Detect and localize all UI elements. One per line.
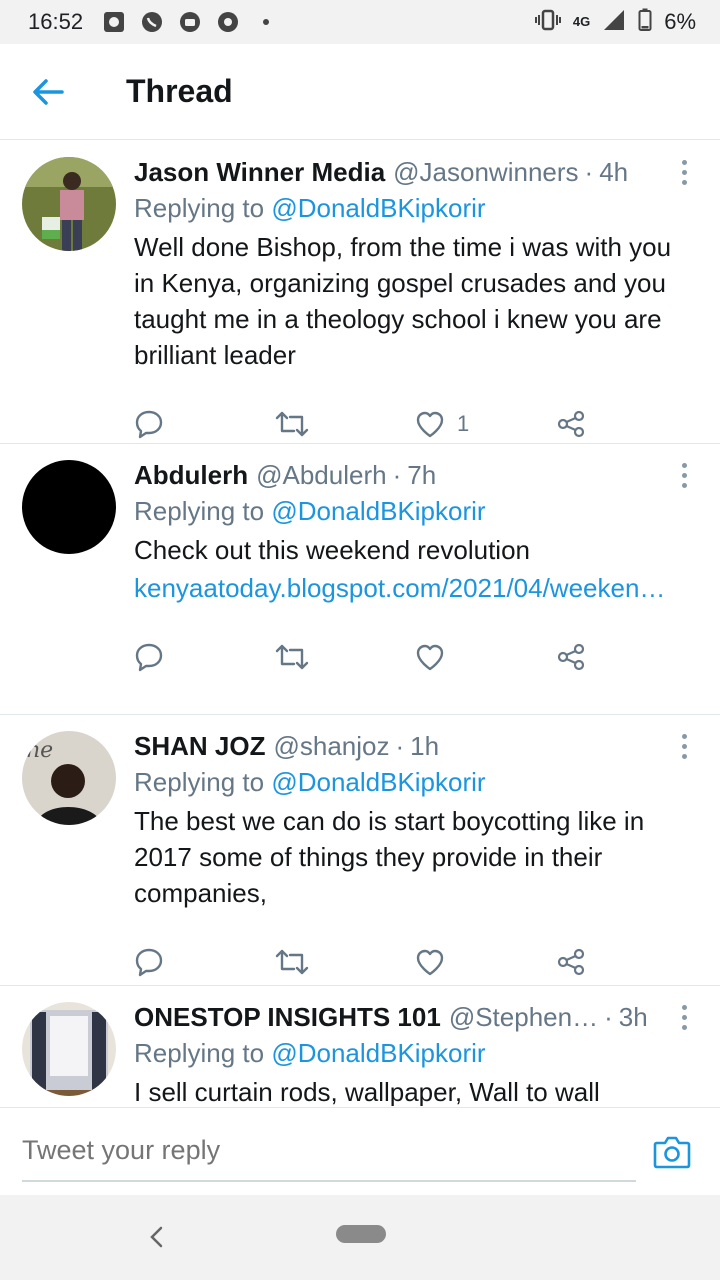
avatar[interactable] bbox=[22, 157, 116, 251]
back-button[interactable] bbox=[0, 44, 96, 140]
like-button[interactable] bbox=[415, 643, 556, 671]
avatar[interactable] bbox=[22, 1002, 116, 1096]
like-button[interactable]: 1 bbox=[415, 410, 556, 438]
tweet-time: 3h bbox=[618, 1002, 648, 1032]
more-notifications-icon bbox=[253, 9, 279, 35]
reply-icon bbox=[135, 948, 163, 977]
more-options-button[interactable] bbox=[674, 1002, 694, 1032]
replying-to: Replying to @DonaldBKipkorir bbox=[134, 189, 696, 227]
separator-dot: · bbox=[584, 157, 594, 187]
like-button[interactable] bbox=[415, 948, 556, 976]
share-icon bbox=[557, 948, 584, 976]
tweet-time: 4h bbox=[599, 157, 629, 187]
author-name[interactable]: ONESTOP INSIGHTS 101 bbox=[134, 1000, 441, 1034]
mention-link[interactable]: @DonaldBKipkorir bbox=[271, 1038, 485, 1068]
share-icon bbox=[557, 410, 584, 438]
camera-button[interactable] bbox=[646, 1126, 698, 1178]
avatar[interactable]: ne bbox=[22, 731, 116, 825]
tweet-text: The best we can do is start boycotting l… bbox=[134, 806, 645, 908]
system-nav-bar bbox=[0, 1195, 720, 1280]
system-home-button[interactable] bbox=[336, 1225, 386, 1243]
mention-link[interactable]: @DonaldBKipkorir bbox=[271, 193, 485, 223]
separator-dot: · bbox=[395, 731, 405, 761]
tweet-text: Well done Bishop, from the time i was wi… bbox=[134, 232, 672, 370]
app-bar: Thread bbox=[0, 44, 720, 140]
author-name[interactable]: SHAN JOZ bbox=[134, 729, 265, 763]
tweet-link[interactable]: kenyaatoday.blogspot.com/2021/04/weeken… bbox=[134, 570, 665, 606]
reply-button[interactable] bbox=[134, 947, 275, 977]
retweet-button[interactable] bbox=[275, 643, 416, 671]
replying-prefix: Replying to bbox=[134, 496, 272, 526]
replying-to: Replying to @DonaldBKipkorir bbox=[134, 492, 696, 530]
page-title: Thread bbox=[126, 73, 233, 109]
tweet[interactable]: ONESTOP INSIGHTS 101 @Stephen… · 3h Repl… bbox=[0, 986, 720, 1106]
more-options-button[interactable] bbox=[674, 460, 694, 490]
tweet-time: 1h bbox=[410, 731, 440, 761]
tweet-time: 7h bbox=[407, 460, 437, 490]
svg-text:ne: ne bbox=[26, 738, 53, 763]
thread-feed[interactable]: Jason Winner Media @Jasonwinners · 4h Re… bbox=[0, 141, 720, 1106]
author-handle[interactable]: @Stephen… bbox=[449, 1000, 598, 1034]
share-button[interactable] bbox=[556, 948, 697, 976]
reply-icon bbox=[135, 643, 163, 672]
network-type: 4G bbox=[572, 14, 591, 29]
like-icon bbox=[416, 411, 444, 438]
tweet-text: I sell curtain rods, wallpaper, Wall to … bbox=[134, 1077, 600, 1106]
separator-dot: · bbox=[392, 460, 402, 490]
more-options-button[interactable] bbox=[674, 731, 694, 761]
status-time: 16:52 bbox=[28, 9, 84, 34]
replying-to: Replying to @DonaldBKipkorir bbox=[134, 1034, 696, 1072]
reply-composer bbox=[0, 1107, 720, 1195]
chevron-left-icon bbox=[150, 1226, 163, 1248]
retweet-button[interactable] bbox=[275, 410, 416, 438]
reply-button[interactable] bbox=[134, 642, 275, 672]
tweet-text: Check out this weekend revolution bbox=[134, 535, 531, 565]
battery-icon bbox=[638, 8, 652, 37]
notification-icon bbox=[101, 9, 127, 35]
like-icon bbox=[416, 949, 444, 976]
download-icon bbox=[177, 9, 203, 35]
battery-percent: 6% bbox=[664, 9, 696, 34]
more-options-button[interactable] bbox=[674, 157, 694, 187]
reply-input[interactable] bbox=[22, 1121, 636, 1182]
signal-icon bbox=[602, 8, 626, 37]
like-count: 1 bbox=[457, 411, 470, 436]
chrome-icon bbox=[215, 9, 241, 35]
system-back-button[interactable] bbox=[138, 1219, 174, 1255]
back-arrow-icon bbox=[33, 78, 64, 105]
reply-button[interactable] bbox=[134, 409, 275, 439]
share-icon bbox=[557, 643, 584, 671]
camera-icon bbox=[653, 1136, 691, 1168]
tweet[interactable]: Abdulerh @Abdulerh · 7h Replying to @Don… bbox=[0, 444, 720, 715]
retweet-icon bbox=[275, 949, 308, 975]
author-handle[interactable]: @shanjoz bbox=[273, 729, 389, 763]
vibrate-icon bbox=[534, 8, 561, 37]
share-button[interactable] bbox=[556, 410, 697, 438]
replying-to: Replying to @DonaldBKipkorir bbox=[134, 763, 696, 801]
tweet[interactable]: Jason Winner Media @Jasonwinners · 4h Re… bbox=[0, 141, 720, 444]
mention-link[interactable]: @DonaldBKipkorir bbox=[271, 767, 485, 797]
reply-icon bbox=[135, 410, 163, 439]
retweet-icon bbox=[275, 411, 308, 437]
author-handle[interactable]: @Abdulerh bbox=[256, 458, 386, 492]
status-bar: 16:52 4G 6% bbox=[0, 0, 720, 44]
replying-prefix: Replying to bbox=[134, 767, 272, 797]
avatar[interactable] bbox=[22, 460, 116, 554]
like-icon bbox=[416, 644, 444, 671]
separator-dot: · bbox=[604, 1002, 613, 1032]
replying-prefix: Replying to bbox=[134, 193, 272, 223]
retweet-button[interactable] bbox=[275, 948, 416, 976]
author-handle[interactable]: @Jasonwinners bbox=[393, 155, 578, 189]
tweet-actions bbox=[134, 606, 696, 698]
replying-prefix: Replying to bbox=[134, 1038, 272, 1068]
author-name[interactable]: Jason Winner Media bbox=[134, 155, 385, 189]
share-button[interactable] bbox=[556, 643, 697, 671]
tweet[interactable]: ne SHAN JOZ @shanjoz · 1h Replying to @D… bbox=[0, 715, 720, 986]
whatsapp-icon bbox=[139, 9, 165, 35]
author-name[interactable]: Abdulerh bbox=[134, 458, 248, 492]
mention-link[interactable]: @DonaldBKipkorir bbox=[271, 496, 485, 526]
retweet-icon bbox=[275, 644, 308, 670]
